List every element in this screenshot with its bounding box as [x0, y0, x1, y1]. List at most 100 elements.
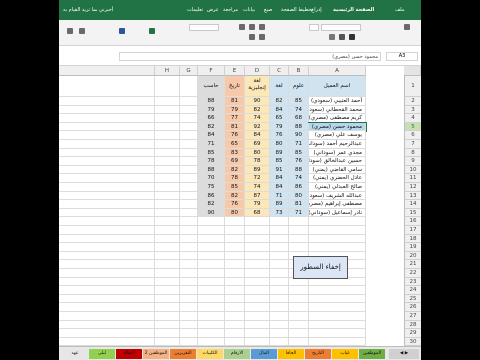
empty-cell[interactable]	[180, 320, 198, 330]
align-left-icon[interactable]	[239, 24, 245, 30]
empty-cell[interactable]	[245, 260, 270, 269]
score-cell[interactable]: 92	[245, 122, 270, 132]
empty-cell[interactable]	[309, 303, 366, 312]
bold-icon[interactable]	[349, 34, 355, 40]
sheet-nav-arrows[interactable]: ◀ ▶	[389, 349, 419, 359]
empty-cell[interactable]	[198, 234, 225, 244]
empty-cell[interactable]	[198, 217, 225, 226]
score-cell[interactable]: 88	[289, 165, 309, 175]
empty-cell[interactable]	[270, 260, 289, 269]
empty-cell[interactable]	[59, 140, 155, 149]
empty-cell[interactable]	[155, 140, 180, 149]
score-cell[interactable]: 82	[245, 105, 270, 115]
score-cell[interactable]: 82	[270, 97, 289, 106]
empty-cell[interactable]	[309, 312, 366, 321]
find-select-icon[interactable]	[67, 28, 73, 34]
empty-cell[interactable]	[155, 329, 180, 338]
score-cell[interactable]: 72	[245, 174, 270, 183]
empty-cell[interactable]	[155, 122, 180, 132]
empty-cell[interactable]	[59, 183, 155, 192]
score-cell[interactable]: 65	[225, 140, 245, 149]
empty-cell[interactable]	[225, 277, 245, 287]
empty-cell[interactable]	[198, 320, 225, 330]
score-cell[interactable]: 80	[245, 148, 270, 158]
score-cell[interactable]: 76	[225, 131, 245, 140]
score-cell[interactable]: 86	[289, 183, 309, 192]
empty-cell[interactable]	[59, 251, 155, 261]
score-cell[interactable]: 87	[245, 191, 270, 201]
score-cell[interactable]: 74	[245, 114, 270, 123]
align-right-icon[interactable]	[259, 24, 265, 30]
empty-cell[interactable]	[59, 303, 155, 312]
sort-filter-icon[interactable]	[79, 28, 85, 34]
score-cell[interactable]: 74	[245, 183, 270, 192]
empty-cell[interactable]	[309, 243, 366, 252]
empty-cell[interactable]	[59, 277, 155, 287]
empty-cell[interactable]	[309, 294, 366, 304]
empty-cell[interactable]	[225, 260, 245, 269]
empty-cell[interactable]	[59, 157, 155, 166]
score-cell[interactable]: 74	[289, 105, 309, 115]
tab-review[interactable]: مراجعة	[223, 7, 238, 13]
score-cell[interactable]: 90	[198, 208, 225, 218]
empty-cell[interactable]	[59, 217, 155, 226]
score-cell[interactable]: 85	[289, 148, 309, 158]
empty-cell[interactable]	[59, 200, 155, 209]
conditional-format-icon[interactable]	[149, 28, 155, 34]
empty-cell[interactable]	[180, 148, 198, 158]
empty-cell[interactable]	[155, 286, 180, 295]
empty-cell[interactable]	[180, 191, 198, 201]
tab-view[interactable]: عرض	[207, 7, 219, 13]
empty-cell[interactable]	[225, 320, 245, 330]
empty-cell[interactable]	[155, 243, 180, 252]
font-size-select[interactable]	[309, 24, 319, 31]
score-cell[interactable]: 82	[225, 165, 245, 175]
empty-cell[interactable]	[180, 329, 198, 338]
score-cell[interactable]: 69	[245, 140, 270, 149]
font-name-select[interactable]	[321, 24, 361, 31]
empty-cell[interactable]	[155, 251, 180, 261]
empty-cell[interactable]	[270, 243, 289, 252]
score-cell[interactable]: 71	[270, 191, 289, 201]
score-cell[interactable]: 79	[198, 105, 225, 115]
sheet-tab[interactable]: عهد	[62, 349, 88, 359]
empty-cell[interactable]	[155, 320, 180, 330]
score-cell[interactable]: 84	[198, 131, 225, 140]
score-cell[interactable]: 78	[198, 157, 225, 166]
header-arabic[interactable]: لغة عربية	[270, 76, 289, 97]
score-cell[interactable]: 84	[245, 131, 270, 140]
empty-cell[interactable]	[309, 286, 366, 295]
empty-cell[interactable]	[245, 217, 270, 226]
empty-cell[interactable]	[180, 226, 198, 235]
empty-cell[interactable]	[155, 200, 180, 209]
paste-icon[interactable]	[404, 24, 410, 30]
empty-cell[interactable]	[155, 131, 180, 140]
empty-cell[interactable]	[155, 148, 180, 158]
empty-cell[interactable]	[155, 183, 180, 192]
empty-cell[interactable]	[59, 131, 155, 140]
empty-cell[interactable]	[59, 234, 155, 244]
empty-cell[interactable]	[155, 165, 180, 175]
score-cell[interactable]: 83	[225, 148, 245, 158]
sheet-tab[interactable]: غياب	[332, 349, 358, 359]
empty-cell[interactable]	[59, 191, 155, 201]
empty-cell[interactable]	[155, 269, 180, 278]
empty-cell[interactable]	[180, 286, 198, 295]
score-cell[interactable]: 90	[245, 97, 270, 106]
empty-cell[interactable]	[289, 226, 309, 235]
empty-cell[interactable]	[198, 277, 225, 287]
empty-cell[interactable]	[59, 243, 155, 252]
empty-cell[interactable]	[59, 148, 155, 158]
empty-cell[interactable]	[225, 243, 245, 252]
header-english[interactable]: لغة إنجليزية	[245, 76, 270, 97]
tab-file[interactable]: ملف	[395, 7, 405, 13]
empty-cell[interactable]	[180, 105, 198, 115]
empty-cell[interactable]	[59, 320, 155, 330]
score-cell[interactable]: 82	[198, 122, 225, 132]
sheet-tab[interactable]: التقريرين	[170, 349, 196, 359]
empty-cell[interactable]	[180, 251, 198, 261]
empty-cell[interactable]	[289, 320, 309, 330]
empty-cell[interactable]	[198, 226, 225, 235]
score-cell[interactable]: 68	[289, 114, 309, 123]
wrap-text-icon[interactable]	[259, 34, 265, 40]
